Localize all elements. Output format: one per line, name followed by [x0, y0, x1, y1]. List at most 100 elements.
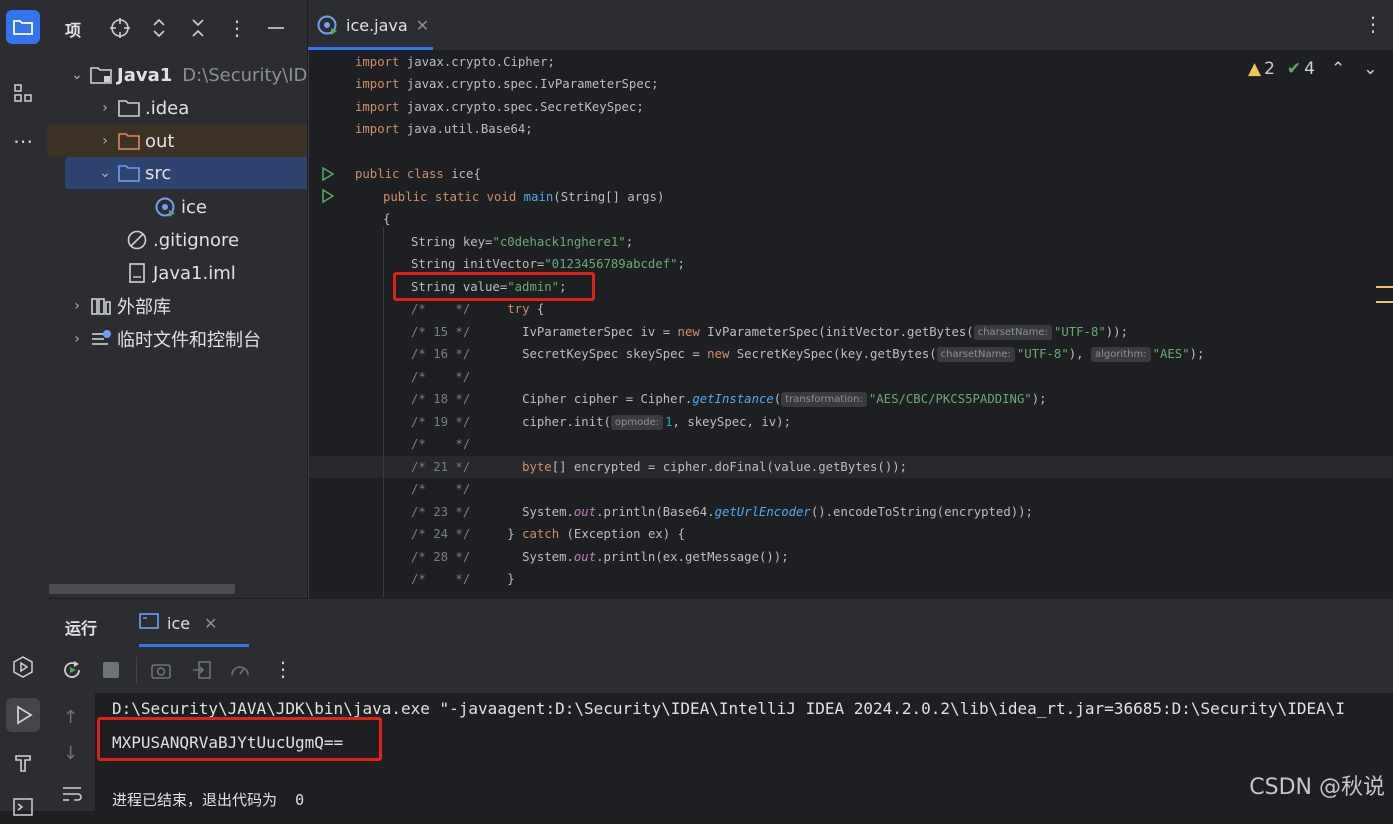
more-tools-icon[interactable]: ⋯	[6, 124, 40, 158]
locate-icon[interactable]	[108, 16, 132, 40]
horizontal-scrollbar[interactable]	[49, 584, 235, 594]
chevron-right-icon[interactable]: ›	[95, 100, 115, 116]
code-line: /* 19 */ cipher.init(opmode: 1, skeySpec,…	[411, 415, 791, 430]
scratch-icon	[87, 329, 115, 349]
console-side-toolbar: ↑ ↓	[47, 693, 95, 811]
toolbar-separator	[136, 657, 137, 683]
hammer-icon	[15, 755, 31, 772]
collapse-all-icon[interactable]	[186, 16, 210, 40]
code-line: public class ice{	[355, 167, 481, 181]
tree-item-gitignore[interactable]: .gitignore	[47, 224, 307, 256]
code-line: import javax.crypto.Cipher;	[355, 55, 555, 69]
console-exit-line: 进程已结束，退出代码为 0	[112, 791, 305, 809]
highlight-box	[97, 717, 382, 761]
folder-icon	[115, 132, 143, 150]
inspection-widget[interactable]: ▲ 2 ✔ 4 ⌃ ⌄	[1248, 59, 1377, 79]
indent-guide	[383, 226, 384, 598]
code-line: /* */ try {	[411, 302, 545, 316]
stop-icon[interactable]	[103, 662, 119, 678]
code-line: import java.util.Base64;	[355, 122, 533, 136]
activity-bar: ⋯	[0, 0, 48, 816]
code-line: /* */	[411, 437, 471, 451]
services-icon	[13, 656, 33, 678]
run-icon	[17, 705, 33, 725]
project-panel: 项 ⋮ ⌄ Java1 D:\Security\IDE › .idea › ou…	[47, 0, 308, 598]
tree-item-src[interactable]: ⌄ src	[65, 157, 307, 189]
arrow-up-icon[interactable]: ↑	[63, 707, 78, 728]
close-icon[interactable]: ✕	[416, 16, 429, 35]
tree-item-out[interactable]: › out	[47, 125, 307, 157]
gutter-border	[308, 51, 309, 598]
java-class-icon	[316, 14, 338, 36]
code-line: /* */ }	[411, 572, 515, 586]
console-command-line: D:\Security\JAVA\JDK\bin\java.exe "-java…	[112, 699, 1345, 718]
run-class-icon[interactable]	[322, 166, 335, 185]
active-tab-indicator	[308, 47, 433, 50]
code-line: /* 21 */ byte[] encrypted = cipher.doFin…	[411, 460, 908, 474]
close-icon[interactable]: ✕	[204, 614, 217, 633]
chevron-up-icon[interactable]: ⌃	[1331, 59, 1345, 79]
structure-tool-button[interactable]	[6, 76, 40, 110]
run-panel: 运行 ice ✕ ⋮ ↑ ↓ D:\Security\JAVA\JDK\bin\…	[47, 599, 1393, 811]
chevron-down-icon[interactable]: ⌄	[67, 67, 87, 83]
run-toolbar: ⋮	[47, 647, 1393, 694]
code-line: /* */	[411, 370, 471, 384]
code-line: {	[383, 212, 391, 226]
run-tool-button[interactable]	[6, 698, 40, 732]
ignore-file-icon	[123, 229, 151, 251]
terminal-icon	[13, 798, 33, 816]
tab-ice-java[interactable]: ice.java ✕	[308, 0, 433, 50]
code-line: /* */	[411, 482, 471, 496]
services-tool-button[interactable]	[6, 650, 40, 684]
java-class-icon	[151, 196, 179, 218]
code-line: /* 18 */ Cipher cipher = Cipher.getInsta…	[411, 392, 1047, 407]
warning-icon: ▲	[1248, 59, 1262, 79]
more-options-icon[interactable]: ⋮	[273, 657, 293, 681]
tree-item-scratches[interactable]: › 临时文件和控制台	[47, 323, 307, 355]
soft-wrap-icon[interactable]	[61, 785, 83, 807]
highlight-box	[393, 272, 595, 301]
options-icon[interactable]: ⋮	[225, 16, 249, 40]
folder-icon	[115, 99, 143, 117]
code-line: /* 15 */ IvParameterSpec iv = new IvPara…	[411, 325, 1128, 340]
code-line: /* 24 */ } catch (Exception ex) {	[411, 527, 685, 541]
code-line: String key="c0dehack1nghere1";	[411, 235, 634, 249]
code-line: import javax.crypto.spec.SecretKeySpec;	[355, 100, 644, 114]
camera-icon[interactable]	[150, 659, 172, 685]
tree-item-java1-iml[interactable]: Java1.iml	[47, 257, 307, 289]
code-line: /* 23 */ System.out.println(Base64.getUr…	[411, 505, 1033, 519]
tab-options-icon[interactable]: ⋮	[1363, 12, 1383, 36]
hide-panel-icon[interactable]	[264, 16, 288, 40]
chevron-right-icon[interactable]: ›	[95, 133, 115, 149]
chevron-right-icon[interactable]: ›	[67, 298, 87, 314]
tree-item-external-libraries[interactable]: › 外部库	[47, 290, 307, 322]
console-icon	[139, 612, 159, 634]
tree-item-java1[interactable]: ⌄ Java1 D:\Security\IDE	[47, 59, 307, 91]
run-main-icon[interactable]	[322, 188, 335, 207]
code-editor[interactable]: ▲ 2 ✔ 4 ⌃ ⌄ import javax.crypto.Cipher; …	[308, 51, 1393, 598]
project-tool-button[interactable]	[6, 10, 40, 44]
run-tab-ice[interactable]: ice ✕	[139, 599, 249, 647]
login-icon[interactable]	[191, 659, 213, 685]
structure-icon	[14, 84, 32, 102]
library-icon	[87, 296, 115, 316]
module-folder-icon	[87, 66, 115, 84]
gauge-icon[interactable]	[229, 659, 251, 685]
folder-icon	[13, 20, 33, 35]
chevron-down-icon[interactable]: ⌄	[1363, 59, 1377, 79]
check-icon: ✔	[1286, 59, 1302, 79]
terminal-tool-button[interactable]	[6, 790, 40, 824]
editor-tab-bar: ice.java ✕ ⋮	[308, 0, 1393, 51]
expand-all-icon[interactable]	[147, 16, 171, 40]
chevron-down-icon[interactable]: ⌄	[95, 165, 115, 181]
tree-item-idea[interactable]: › .idea	[47, 92, 307, 124]
rerun-icon[interactable]	[61, 659, 83, 685]
arrow-down-icon[interactable]: ↓	[63, 743, 78, 764]
warning-stripe	[1376, 301, 1393, 303]
tree-item-ice[interactable]: ice	[47, 191, 307, 223]
build-tool-button[interactable]	[6, 746, 40, 780]
project-panel-title: 项	[65, 21, 82, 40]
chevron-right-icon[interactable]: ›	[67, 331, 87, 347]
run-panel-title: 运行	[65, 619, 98, 638]
project-panel-header: 项 ⋮	[47, 0, 307, 55]
